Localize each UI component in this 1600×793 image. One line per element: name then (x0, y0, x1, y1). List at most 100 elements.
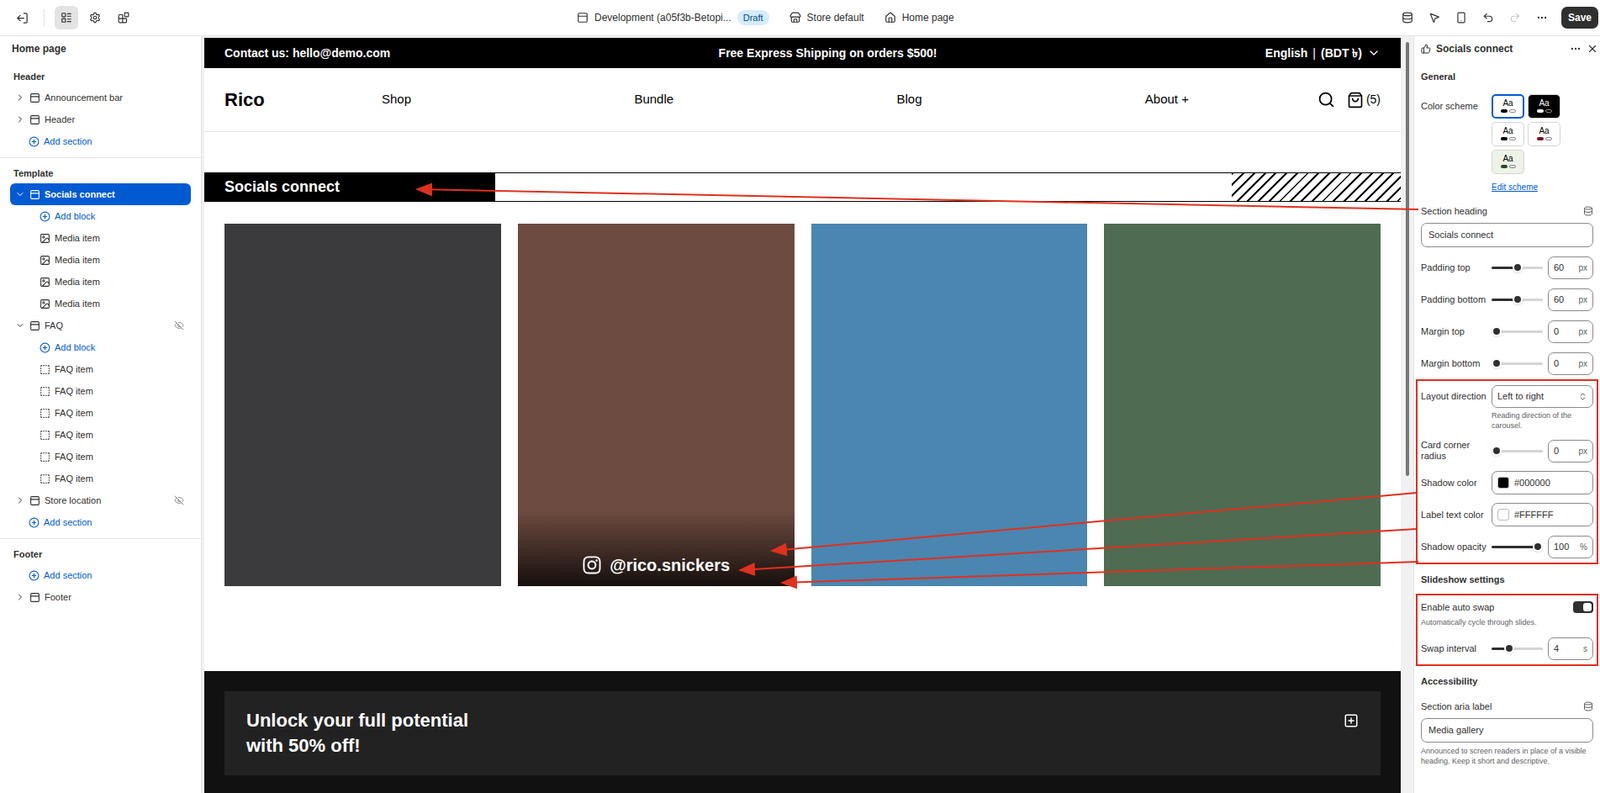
sidebar-item[interactable]: Media item (10, 227, 191, 249)
scheme-swatch[interactable]: Aa (1527, 94, 1561, 119)
nav-link[interactable]: Bundle (633, 89, 674, 110)
sidebar-item[interactable]: FAQ item (10, 380, 191, 402)
toolbar-button[interactable] (1448, 5, 1474, 30)
contact-text[interactable]: Contact us: hello@demo.com (224, 44, 391, 63)
media-label[interactable]: @rico.snickers (517, 510, 795, 587)
context-selector[interactable]: Store default (789, 10, 865, 26)
sidebar-item[interactable]: Header (10, 108, 191, 131)
media-card[interactable]: @rico.snickers (517, 223, 795, 587)
exit-button[interactable] (10, 5, 34, 30)
sidebar-item[interactable]: Store location (10, 489, 191, 512)
sidebar-item[interactable]: Socials connect (10, 183, 191, 206)
undo-button[interactable] (1475, 5, 1501, 30)
add-button[interactable]: Add block (10, 336, 191, 359)
more-icon[interactable] (1569, 42, 1582, 55)
chevron-right-icon[interactable] (15, 495, 26, 506)
number-input[interactable]: 4s (1547, 637, 1594, 661)
add-button[interactable]: Add section (10, 564, 191, 587)
add-icon (39, 342, 51, 354)
hidden-icon[interactable] (174, 320, 185, 331)
slider[interactable] (1491, 357, 1543, 370)
nav-link[interactable]: Shop (381, 89, 412, 110)
close-icon[interactable] (1586, 42, 1599, 55)
edit-scheme-link[interactable]: Edit scheme (1420, 177, 1594, 201)
tool-button[interactable] (83, 5, 107, 30)
media-card[interactable] (811, 223, 1088, 587)
sidebar-item[interactable]: FAQ item (10, 358, 191, 381)
slider[interactable] (1491, 444, 1543, 457)
text-input[interactable]: Media gallery (1420, 718, 1594, 743)
tool-button[interactable] (111, 5, 136, 30)
add-button[interactable]: Add section (10, 130, 191, 153)
add-button[interactable]: Add block (10, 205, 191, 228)
chevron-right-icon[interactable] (15, 114, 26, 125)
chevron-down-icon[interactable] (15, 189, 26, 200)
scheme-swatch[interactable]: Aa (1491, 94, 1525, 119)
toolbar-button[interactable] (1421, 5, 1447, 30)
slider[interactable] (1491, 540, 1543, 553)
scheme-swatch[interactable]: Aa (1491, 121, 1525, 147)
context-selector[interactable]: Home page (884, 10, 955, 26)
slider-thumb[interactable] (1491, 326, 1502, 337)
media-card[interactable] (224, 223, 502, 587)
theme-selector[interactable]: Development (a05f3b-Betopi...Draft (576, 10, 770, 27)
preview-scrollbar[interactable] (1400, 37, 1414, 793)
sidebar-item[interactable]: FAQ item (10, 401, 191, 424)
nav-link[interactable]: Blog (896, 89, 922, 110)
sidebar-item[interactable]: FAQ item (10, 467, 191, 490)
color-input[interactable]: #000000 (1491, 470, 1594, 495)
dynamic-source-icon[interactable] (1583, 205, 1594, 217)
slider[interactable] (1491, 325, 1543, 338)
sidebar-item[interactable]: FAQ item (10, 445, 191, 468)
tool-button[interactable] (54, 5, 79, 30)
cart-button[interactable]: (5) (1346, 90, 1381, 109)
number-input[interactable]: 60px (1547, 288, 1594, 312)
slider-thumb[interactable] (1491, 358, 1502, 369)
slider-thumb[interactable] (1532, 541, 1543, 552)
sidebar-item[interactable]: Media item (10, 292, 191, 315)
hidden-icon[interactable] (174, 495, 185, 506)
slider[interactable] (1491, 642, 1543, 655)
slider-thumb[interactable] (1512, 262, 1523, 273)
sidebar-item[interactable]: FAQ item (10, 423, 191, 446)
number-input[interactable]: 60px (1547, 256, 1594, 280)
select-box[interactable]: Left to right (1491, 385, 1594, 408)
save-button[interactable]: Save (1561, 6, 1599, 29)
chevron-right-icon[interactable] (15, 92, 26, 103)
scheme-swatch[interactable]: Aa (1491, 149, 1525, 175)
slider[interactable] (1491, 261, 1543, 274)
number-input[interactable]: 0px (1547, 352, 1594, 375)
sidebar-item[interactable]: FAQ (10, 314, 191, 337)
toolbar-button[interactable] (1394, 5, 1421, 30)
color-swatch[interactable] (1497, 508, 1510, 521)
toggle-switch[interactable] (1573, 601, 1594, 613)
setting-label: Padding top (1420, 262, 1492, 274)
sidebar-item[interactable]: Footer (10, 586, 191, 608)
dynamic-source-icon[interactable] (1583, 701, 1594, 712)
more-button[interactable] (1529, 5, 1555, 30)
number-input[interactable]: 0px (1547, 320, 1594, 344)
add-button[interactable]: Add section (10, 511, 191, 534)
color-input[interactable]: #FFFFFF (1491, 502, 1594, 527)
text-input[interactable]: Socials connect (1420, 222, 1594, 248)
sidebar-item[interactable]: Media item (10, 270, 191, 293)
slider-thumb[interactable] (1512, 294, 1523, 305)
slider-thumb[interactable] (1491, 445, 1502, 456)
nav-link[interactable]: About + (1145, 89, 1189, 110)
search-icon[interactable] (1317, 90, 1336, 109)
slider-thumb[interactable] (1504, 643, 1515, 654)
sidebar-item[interactable]: Media item (10, 248, 191, 271)
logo[interactable]: Rico (224, 85, 382, 114)
scheme-swatch[interactable]: Aa (1527, 121, 1561, 147)
media-card[interactable] (1103, 223, 1381, 587)
slider[interactable] (1491, 293, 1543, 306)
expand-icon[interactable] (1343, 712, 1359, 729)
chevron-right-icon[interactable] (15, 591, 26, 602)
color-swatch[interactable] (1497, 476, 1510, 489)
redo-button[interactable] (1502, 5, 1528, 30)
number-input[interactable]: 0px (1547, 439, 1594, 463)
chevron-down-icon[interactable] (15, 320, 26, 331)
sidebar-item[interactable]: Announcement bar (10, 86, 191, 109)
number-input[interactable]: 100% (1547, 535, 1594, 559)
localization-selector[interactable]: English|(BDT ৳) (1265, 44, 1381, 63)
